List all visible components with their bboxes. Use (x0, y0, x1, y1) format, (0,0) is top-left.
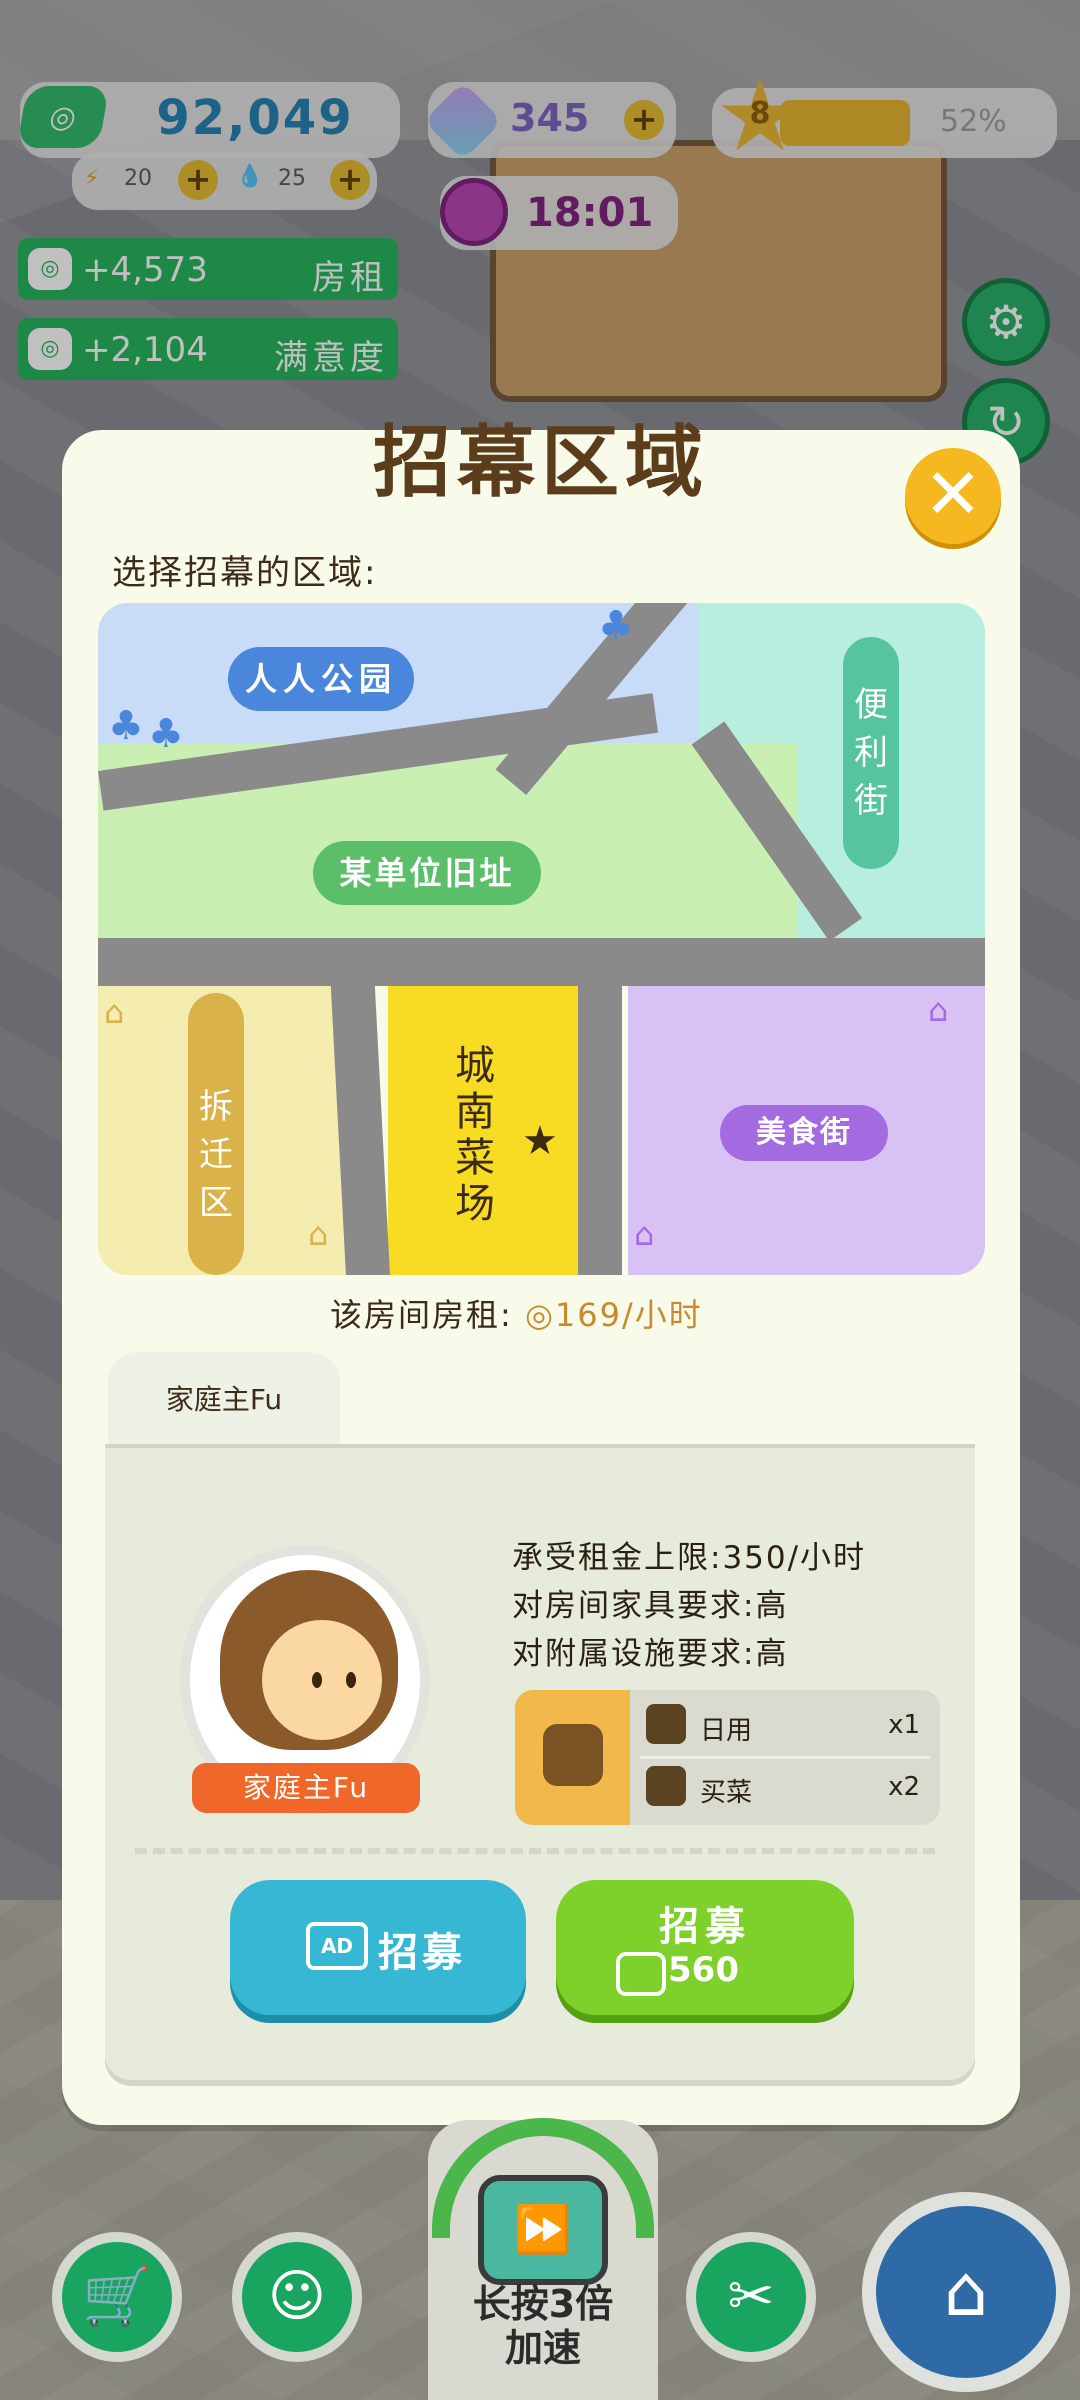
facility-requirement: 对附属设施要求:高 (512, 1636, 789, 1672)
money-icon: ◎ (524, 1296, 555, 1334)
area-map: 人人公园 某单位旧址 便利街 拆迁区 城南菜场 ★ 美食街 ♣ ♣ ♣ ⌂ ⌂ … (98, 603, 985, 1275)
tree-icon: ♣ (148, 711, 184, 757)
close-button[interactable]: ✕ (905, 448, 1001, 544)
speed-up-label-line2: 加速 (504, 2326, 581, 2370)
need-name: 买菜 (700, 1778, 753, 1808)
divider (135, 1848, 935, 1854)
money-icon (616, 1952, 666, 1996)
tenant-name: 家庭主Fu (192, 1763, 420, 1813)
avatar-face (262, 1620, 382, 1740)
ad-icon: AD (306, 1922, 368, 1970)
recruit-ad-label: 招募 (378, 1930, 466, 1976)
old-site-label: 某单位旧址 (313, 841, 541, 905)
avatar-eye (346, 1672, 356, 1688)
need-item: 买菜 x2 (640, 1758, 930, 1818)
cup-icon (646, 1704, 686, 1744)
house-icon: ⌂ (634, 1215, 655, 1253)
road (578, 963, 622, 1275)
selected-star-icon: ★ (522, 1118, 558, 1164)
dialog-title: 招幕区域 (372, 418, 709, 508)
avatar-eye (312, 1672, 322, 1688)
speed-up-label-line1: 长按3倍 (472, 2282, 614, 2326)
food-street-label: 美食街 (720, 1105, 888, 1161)
recruit-price: 560 (668, 1950, 739, 1990)
dialog-subtitle: 选择招幕的区域: (112, 553, 378, 593)
need-item: 日用 x1 (640, 1696, 930, 1759)
tree-icon: ♣ (598, 603, 634, 649)
speed-up-label: 长按3倍 加速 (428, 2282, 658, 2370)
park-label: 人人公园 (228, 647, 414, 711)
tab-tenant[interactable]: 家庭主Fu (108, 1352, 340, 1444)
emoji-button[interactable]: ☺ (232, 2232, 362, 2362)
furniture-requirement: 对房间家具要求:高 (512, 1588, 789, 1624)
need-name: 日用 (700, 1716, 753, 1746)
demolition-zone-label: 拆迁区 (188, 993, 244, 1275)
convenience-street-label: 便利街 (843, 637, 899, 869)
house-icon: ⌂ (104, 993, 125, 1031)
tree-icon: ♣ (108, 703, 144, 749)
house-icon: ⌂ (308, 1215, 329, 1253)
recruit-buy-label: 招募 (659, 1904, 751, 1950)
shop-cart-button[interactable]: 🛒 (52, 2232, 182, 2362)
house-icon: ⌂ (928, 991, 949, 1029)
rent-limit: 承受租金上限:350/小时 (512, 1540, 867, 1576)
city-south-market-label: 城南菜场 (455, 1043, 495, 1227)
room-rent-label: 该房间房租: (330, 1296, 513, 1334)
tools-button[interactable]: ✂ (686, 2232, 816, 2362)
fast-forward-icon: ⏩ (478, 2175, 608, 2285)
recruit-ad-button[interactable]: AD 招募 (230, 1880, 526, 2015)
room-rent-line: 该房间房租: ◎169/小时 (330, 1290, 703, 1336)
basket-icon (646, 1766, 686, 1806)
home-build-button[interactable]: ⌂ (862, 2192, 1070, 2392)
recruit-buy-button[interactable]: 招募 560 (556, 1880, 854, 2015)
shopping-bag-icon (515, 1690, 630, 1825)
need-count: x1 (888, 1710, 920, 1740)
need-count: x2 (888, 1772, 920, 1802)
room-rent-value: 169/小时 (554, 1296, 703, 1334)
road (98, 938, 985, 986)
